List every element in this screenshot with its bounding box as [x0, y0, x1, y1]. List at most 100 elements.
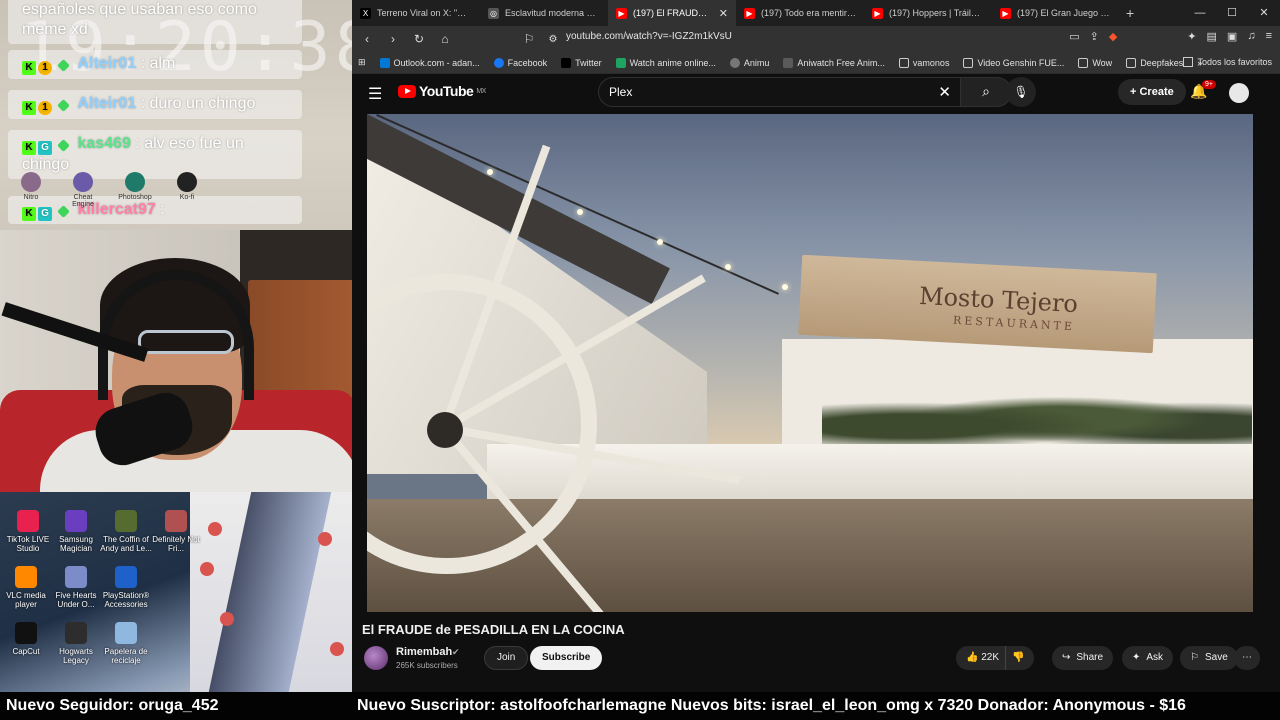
join-button[interactable]: Join	[484, 646, 529, 670]
save-button[interactable]: ⚐ Save	[1180, 646, 1238, 670]
tab-label: (197) El FRAUDE de	[633, 8, 713, 18]
tab-label: Esclavitud moderna en 2025	[505, 8, 600, 18]
chat-message: K1 Alteir01 : duro un chingo	[8, 90, 302, 119]
bookmark-folder[interactable]: Deepfakes	[1126, 57, 1183, 68]
desktop-icon[interactable]: The Coffin of Andy and Le...	[100, 510, 152, 553]
channel-avatar[interactable]	[364, 646, 388, 670]
bookmark-folder[interactable]: Wow	[1078, 57, 1112, 68]
twitter-icon	[561, 57, 572, 68]
mini-app[interactable]: Ko-fi	[168, 172, 206, 208]
address-bar-row: ‹ › ↻ ⌂ ⚐ ⚙ youtube.com/watch?v=-IGZ2m1k…	[352, 26, 1280, 52]
maximize-icon[interactable]: ☐	[1216, 0, 1248, 26]
desktop-icon[interactable]: Papelera de reciclaje	[100, 622, 152, 665]
browser-tab[interactable]: ▶ (197) El Gran Juego de la Ca	[992, 0, 1120, 26]
desktop-icon-label: CapCut	[12, 647, 40, 656]
more-actions-icon[interactable]: ⋯	[1234, 646, 1260, 670]
follower-alert: Nuevo Seguidor: oruga_452	[6, 697, 219, 714]
wallet-icon[interactable]: ▣	[1227, 30, 1237, 43]
bookmark-item[interactable]: Animu	[729, 57, 769, 68]
app-icon	[125, 172, 145, 192]
kick-badge-icon: K	[22, 101, 36, 115]
search-icon[interactable]: ⌕	[960, 77, 1012, 107]
share-icon: ↪	[1062, 652, 1071, 663]
hamburger-menu-icon[interactable]: ☰	[368, 84, 382, 104]
browser-tab-active[interactable]: ▶ (197) El FRAUDE de ✕	[608, 0, 736, 26]
bookmark-label: Watch anime online...	[629, 57, 716, 68]
youtube-logo[interactable]: YouTube MX	[398, 83, 486, 99]
browser-tab[interactable]: X Terreno Viral on X: "Plex de	[352, 0, 480, 26]
clear-search-icon[interactable]: ✕	[938, 83, 951, 101]
bookmark-item[interactable]: Twitter	[561, 57, 602, 68]
url-field[interactable]: youtube.com/watch?v=-IGZ2m1kVsU	[566, 31, 732, 42]
minimize-icon[interactable]: —	[1184, 0, 1216, 26]
browser-tab[interactable]: ▶ (197) Hoppers | Tráiler oficial	[864, 0, 992, 26]
tab-bar: X Terreno Viral on X: "Plex de ◎ Esclavitu…	[352, 0, 1280, 26]
like-button[interactable]: 👍 22K	[966, 646, 999, 670]
apps-grid-icon[interactable]: ⊞	[358, 57, 366, 68]
search-input[interactable]	[609, 85, 909, 99]
back-icon[interactable]: ‹	[358, 32, 376, 46]
bookmark-item[interactable]: Facebook	[493, 57, 547, 68]
desktop-icon[interactable]: Samsung Magician	[50, 510, 102, 553]
desktop-icon[interactable]: VLC media player	[0, 566, 52, 609]
avatar[interactable]	[1229, 83, 1249, 103]
desktop-icon[interactable]: TikTok LIVE Studio	[2, 510, 54, 553]
tier-badge-icon: 1	[38, 61, 52, 75]
kick-badge-icon: K	[22, 141, 36, 155]
tab-label: (197) Hoppers | Tráiler oficial	[889, 8, 984, 18]
desktop-icon[interactable]: PlayStation® Accessories	[100, 566, 152, 609]
cast-icon[interactable]: ▭	[1069, 30, 1079, 43]
home-icon[interactable]: ⌂	[436, 32, 454, 46]
menu-icon[interactable]: ≡	[1266, 30, 1272, 43]
new-tab-icon[interactable]: +	[1126, 5, 1134, 21]
browser-tab[interactable]: ▶ (197) Todo era mentira antes	[736, 0, 864, 26]
chat-message-top: españoles que usaban eso como meme xd	[8, 0, 302, 44]
share-page-icon[interactable]: ⇪	[1090, 30, 1099, 43]
share-button[interactable]: ↪ Share	[1052, 646, 1114, 670]
voice-search-icon[interactable]: 🎙	[1006, 77, 1036, 107]
desktop-icon-label: TikTok LIVE Studio	[6, 535, 50, 553]
app-icon	[177, 172, 197, 192]
sidebar-icon[interactable]: ▤	[1207, 30, 1217, 43]
bookmark-item[interactable]: Outlook.com - adan...	[379, 57, 480, 68]
close-tab-icon[interactable]: ✕	[719, 7, 728, 20]
chat-username: kas469	[77, 135, 131, 152]
brave-shield-icon[interactable]: ◆	[1109, 30, 1117, 43]
subscribe-button[interactable]: Subscribe	[530, 646, 603, 670]
alerts-ticker: Nuevo Seguidor: oruga_452 Nuevo Suscript…	[0, 692, 1280, 720]
chat-overlay: 19:20:38 españoles que usaban eso como m…	[0, 0, 352, 230]
desktop-icon[interactable]: CapCut	[0, 622, 52, 656]
bookmark-item[interactable]: Aniwatch Free Anim...	[783, 57, 885, 68]
folder-icon	[1183, 57, 1194, 67]
window-controls: — ☐ ✕	[1184, 0, 1280, 26]
samsung-magician-icon	[65, 510, 87, 532]
logo-text: YouTube	[419, 83, 474, 99]
desktop-icon-label: PlayStation® Accessories	[102, 591, 150, 609]
close-window-icon[interactable]: ✕	[1248, 0, 1280, 26]
bookmark-item[interactable]: Watch anime online...	[615, 57, 716, 68]
desktop-icon[interactable]: Definitely Not Fri...	[150, 510, 202, 553]
bookmark-icon[interactable]: ⚐	[520, 32, 538, 46]
music-icon[interactable]: ♫	[1247, 30, 1255, 43]
region-code: MX	[476, 87, 486, 95]
mini-app[interactable]: Nitro	[12, 172, 50, 208]
forward-icon[interactable]: ›	[384, 32, 402, 46]
bookmark-folder[interactable]: vamonos	[898, 57, 949, 68]
create-button[interactable]: + Create	[1118, 79, 1186, 105]
search-box: ✕	[598, 77, 962, 107]
thumbs-down-icon[interactable]: 👎	[1005, 646, 1024, 670]
all-bookmarks[interactable]: Todos los favoritos	[1183, 57, 1272, 67]
extensions-icon[interactable]: ✦	[1187, 30, 1196, 43]
mini-app[interactable]: Photoshop	[116, 172, 154, 208]
ask-button[interactable]: ✦ Ask	[1122, 646, 1174, 670]
desktop-icon[interactable]: Five Hearts Under O...	[50, 566, 102, 609]
wheel-hub	[427, 412, 463, 448]
browser-tab[interactable]: ◎ Esclavitud moderna en 2025	[480, 0, 608, 26]
bookmark-folder[interactable]: Video Genshin FUE...	[963, 57, 1064, 68]
mini-app[interactable]: Cheat Engine	[64, 172, 102, 208]
desktop-icon[interactable]: Hogwarts Legacy	[50, 622, 102, 665]
reload-icon[interactable]: ↻	[410, 32, 428, 46]
channel-name[interactable]: Rimembah	[396, 646, 452, 658]
video-player[interactable]: Mosto Tejero RESTAURANTE	[367, 114, 1253, 612]
site-info-icon[interactable]: ⚙	[544, 34, 562, 45]
